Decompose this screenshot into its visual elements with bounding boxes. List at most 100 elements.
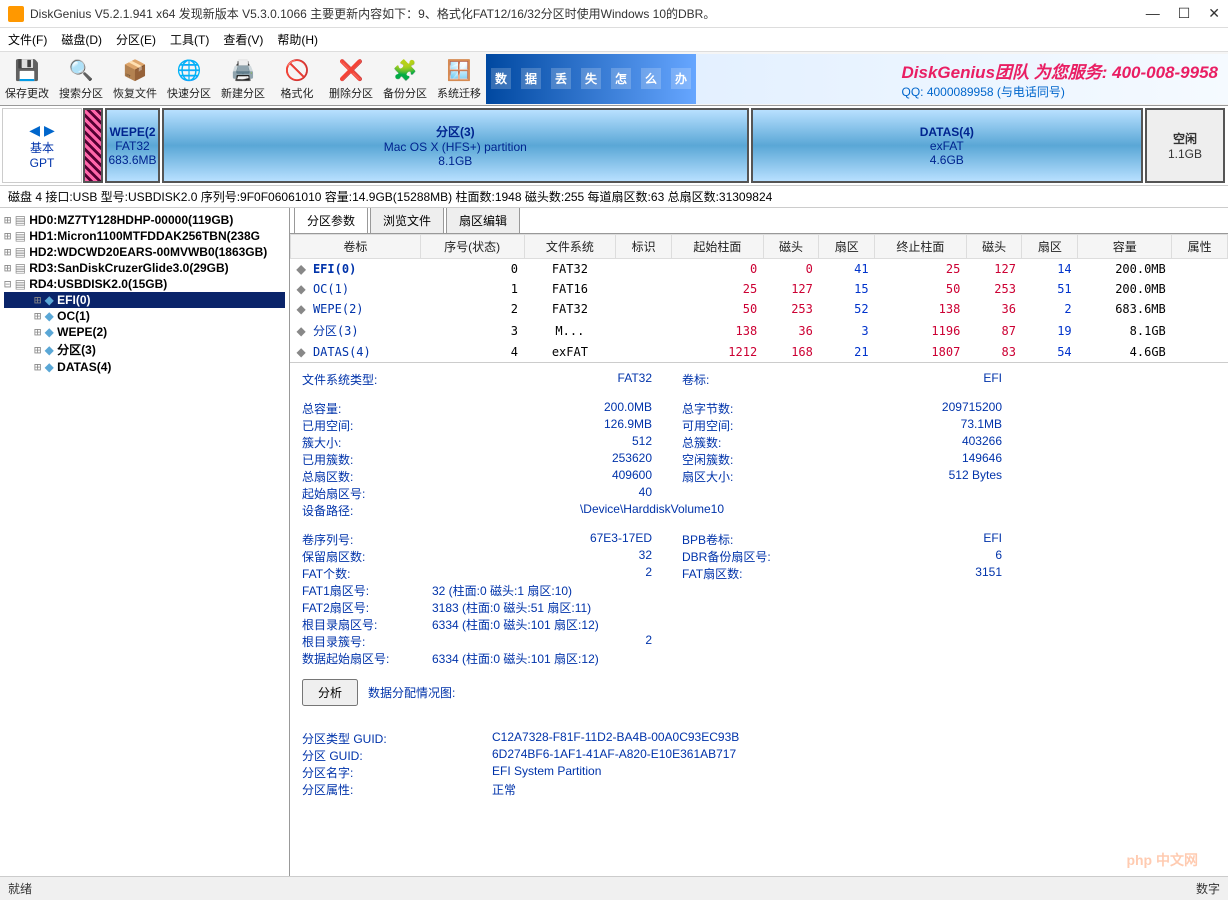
close-button[interactable]: ✕ xyxy=(1208,5,1220,22)
toolbar-btn-5[interactable]: 🚫格式化 xyxy=(270,54,324,104)
tree-disk-4[interactable]: ⊟ ▤ RD4:USBDISK2.0(15GB) xyxy=(4,276,285,292)
col-header[interactable]: 标识 xyxy=(616,235,672,259)
toolbar-icon: 💾 xyxy=(13,57,41,85)
tree-disk-3[interactable]: ⊞ ▤ RD3:SanDiskCruzerGlide3.0(29GB) xyxy=(4,260,285,276)
tab-partition-params[interactable]: 分区参数 xyxy=(294,208,368,233)
freecl-v: 149646 xyxy=(782,451,1002,468)
partition-block-3[interactable]: DATAS(4)exFAT4.6GB xyxy=(751,108,1143,183)
col-header[interactable]: 容量 xyxy=(1078,235,1172,259)
toolbar-label: 搜索分区 xyxy=(59,85,103,101)
tab-browse-files[interactable]: 浏览文件 xyxy=(370,208,444,233)
toolbar-icon: 📦 xyxy=(121,57,149,85)
disk-tree[interactable]: ⊞ ▤ HD0:MZ7TY128HDHP-00000(119GB)⊞ ▤ HD1… xyxy=(0,208,290,876)
col-header[interactable]: 终止柱面 xyxy=(875,235,967,259)
maximize-button[interactable]: ☐ xyxy=(1178,5,1191,22)
toolbar-btn-6[interactable]: ❌删除分区 xyxy=(324,54,378,104)
tree-disk-1[interactable]: ⊞ ▤ HD1:Micron1100MTFDDAK256TBN(238G xyxy=(4,228,285,244)
expand-icon[interactable]: ⊞ xyxy=(4,229,11,243)
toolbar-btn-0[interactable]: 💾保存更改 xyxy=(0,54,54,104)
banner-phone: DiskGenius团队 为您服务: 400-008-9958 xyxy=(901,58,1218,83)
col-header[interactable]: 文件系统 xyxy=(524,235,616,259)
expand-icon[interactable]: ⊞ xyxy=(34,325,41,339)
toolbar-btn-7[interactable]: 🧩备份分区 xyxy=(378,54,432,104)
toolbar-btn-3[interactable]: 🌐快速分区 xyxy=(162,54,216,104)
partition-block-1[interactable]: WEPE(2FAT32683.6MB xyxy=(105,108,160,183)
statusbar: 就绪 数字 xyxy=(0,876,1228,900)
toolbar-btn-1[interactable]: 🔍搜索分区 xyxy=(54,54,108,104)
toolbar-btn-4[interactable]: 🖨️新建分区 xyxy=(216,54,270,104)
disk-icon: ▤ xyxy=(15,245,26,259)
dbrbak-v: 6 xyxy=(782,548,1002,565)
expand-icon[interactable]: ⊞ xyxy=(34,293,41,307)
expand-icon[interactable]: ⊞ xyxy=(34,309,41,323)
tree-partition-3[interactable]: ⊞ ◆ 分区(3) xyxy=(4,340,285,359)
tree-disk-0[interactable]: ⊞ ▤ HD0:MZ7TY128HDHP-00000(119GB) xyxy=(4,212,285,228)
banner-char: 失 xyxy=(581,68,601,89)
banner: 数据丢失怎么办 DiskGenius团队 为您服务: 400-008-9958 … xyxy=(486,54,1228,104)
totcl-l: 总簇数: xyxy=(652,434,782,451)
menu-file[interactable]: 文件(F) xyxy=(8,31,47,48)
expand-icon[interactable]: ⊞ xyxy=(34,343,41,357)
toolbar-icon: 🚫 xyxy=(283,57,311,85)
free-v: 73.1MB xyxy=(782,417,1002,434)
analyze-button[interactable]: 分析 xyxy=(302,679,358,706)
expand-icon[interactable]: ⊞ xyxy=(34,360,41,374)
table-row[interactable]: ◆ OC(1)1FAT1625127155025351200.0MB xyxy=(291,279,1228,299)
expand-icon[interactable]: ⊟ xyxy=(4,277,11,291)
expand-icon[interactable]: ⊞ xyxy=(4,245,11,259)
tree-disk-2[interactable]: ⊞ ▤ HD2:WDCWD20EARS-00MVWB0(1863GB) xyxy=(4,244,285,260)
freecl-l: 空闲簇数: xyxy=(652,451,782,468)
menu-disk[interactable]: 磁盘(D) xyxy=(61,31,102,48)
table-row[interactable]: ◆ 分区(3)3M...138363119687198.1GB xyxy=(291,319,1228,342)
pattr-l: 分区属性: xyxy=(302,781,432,798)
cluster-l: 簇大小: xyxy=(302,434,432,451)
partition-block-2[interactable]: 分区(3)Mac OS X (HFS+) partition8.1GB xyxy=(162,108,749,183)
menu-help[interactable]: 帮助(H) xyxy=(277,31,318,48)
tab-sector-edit[interactable]: 扇区编辑 xyxy=(446,208,520,233)
col-header[interactable]: 扇区 xyxy=(1022,235,1078,259)
pname-l: 分区名字: xyxy=(302,764,432,781)
col-header[interactable]: 属性 xyxy=(1172,235,1228,259)
partition-block-4[interactable]: 空闲1.1GB xyxy=(1145,108,1225,183)
table-row[interactable]: ◆ EFI(0)0FAT3200412512714200.0MB xyxy=(291,259,1228,280)
col-header[interactable]: 卷标 xyxy=(291,235,421,259)
col-header[interactable]: 序号(状态) xyxy=(420,235,524,259)
col-header[interactable]: 扇区 xyxy=(819,235,875,259)
partition-icon: ◆ xyxy=(45,309,54,323)
menu-view[interactable]: 查看(V) xyxy=(223,31,263,48)
tree-partition-2[interactable]: ⊞ ◆ WEPE(2) xyxy=(4,324,285,340)
menu-tools[interactable]: 工具(T) xyxy=(170,31,209,48)
table-row[interactable]: ◆ DATAS(4)4exFAT121216821180783544.6GB xyxy=(291,342,1228,362)
menu-partition[interactable]: 分区(E) xyxy=(116,31,156,48)
titlebar: DiskGenius V5.2.1.941 x64 发现新版本 V5.3.0.1… xyxy=(0,0,1228,28)
tree-partition-1[interactable]: ⊞ ◆ OC(1) xyxy=(4,308,285,324)
expand-icon[interactable]: ⊞ xyxy=(4,213,11,227)
devpath-v: \Device\HarddiskVolume10 xyxy=(432,502,872,519)
col-header[interactable]: 起始柱面 xyxy=(671,235,763,259)
bpb-l: BPB卷标: xyxy=(652,531,782,548)
col-header[interactable]: 磁头 xyxy=(966,235,1022,259)
disk-gpt-label: GPT xyxy=(30,156,55,170)
app-icon xyxy=(8,6,24,22)
pguid-v: 6D274BF6-1AF1-41AF-A820-E10E361AB717 xyxy=(432,747,736,764)
col-header[interactable]: 磁头 xyxy=(763,235,819,259)
ptguid-v: C12A7328-F81F-11D2-BA4B-00A0C93EC93B xyxy=(432,730,739,747)
toolbar-btn-8[interactable]: 🪟系统迁移 xyxy=(432,54,486,104)
table-row[interactable]: ◆ WEPE(2)2FAT325025352138362683.6MB xyxy=(291,299,1228,319)
fat1-v: 32 (柱面:0 磁头:1 扇区:10) xyxy=(432,582,872,599)
tree-partition-0[interactable]: ⊞ ◆ EFI(0) xyxy=(4,292,285,308)
toolbar-label: 新建分区 xyxy=(221,85,265,101)
partition-table[interactable]: 卷标序号(状态)文件系统标识起始柱面磁头扇区终止柱面磁头扇区容量属性 ◆ EFI… xyxy=(290,234,1228,362)
toolbar-label: 备份分区 xyxy=(383,85,427,101)
banner-char: 怎 xyxy=(611,68,631,89)
nav-arrows[interactable]: ◀ ▶ xyxy=(29,122,54,139)
minimize-button[interactable]: — xyxy=(1146,5,1160,22)
disk-base-label: 基本 xyxy=(30,139,54,156)
tree-partition-4[interactable]: ⊞ ◆ DATAS(4) xyxy=(4,359,285,375)
toolbar-label: 保存更改 xyxy=(5,85,49,101)
expand-icon[interactable]: ⊞ xyxy=(4,261,11,275)
partition-block-0[interactable] xyxy=(83,108,103,183)
partition-icon: ◆ xyxy=(297,302,306,316)
tabs: 分区参数 浏览文件 扇区编辑 xyxy=(290,208,1228,234)
toolbar-btn-2[interactable]: 📦恢复文件 xyxy=(108,54,162,104)
